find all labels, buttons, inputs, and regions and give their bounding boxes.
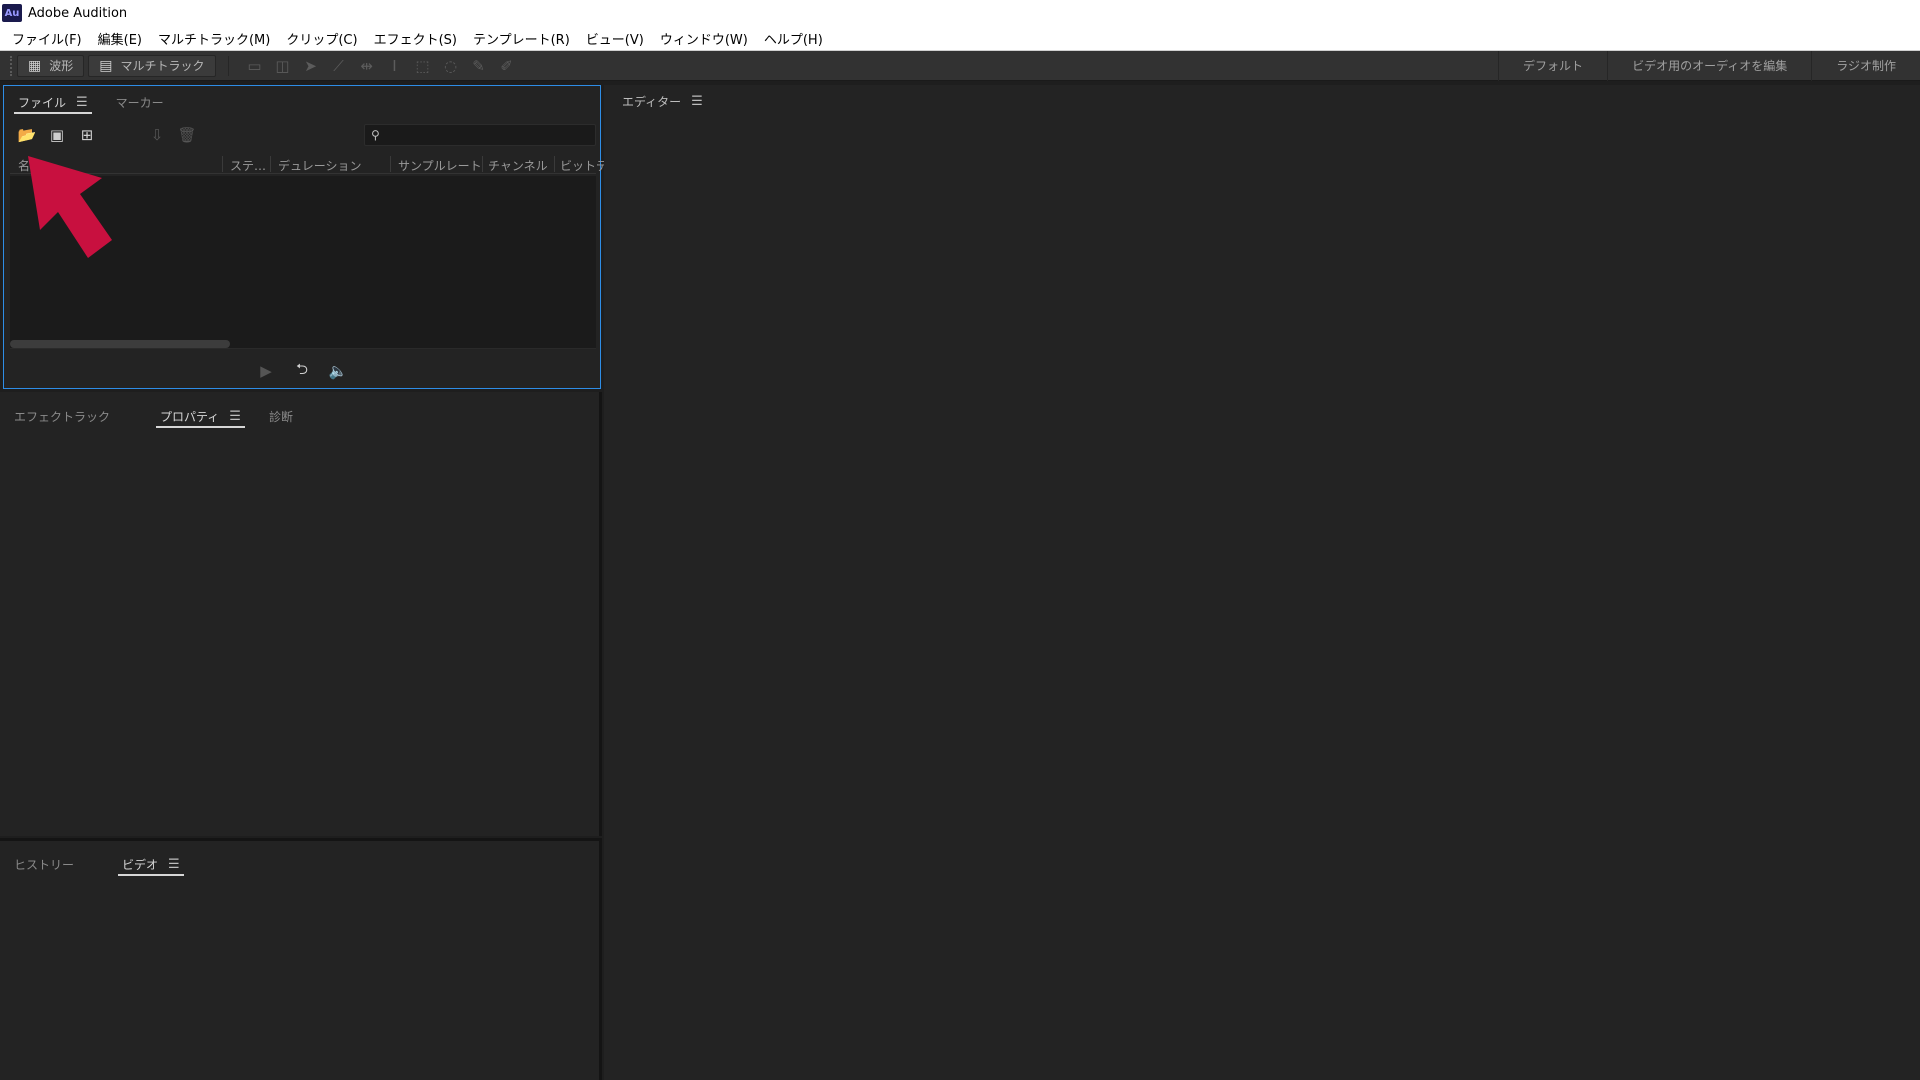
menu-edit[interactable]: 編集(E) <box>90 29 150 48</box>
tab-editor-label: エディター <box>622 94 682 109</box>
delete-icon[interactable]: 🗑 <box>172 126 202 144</box>
menu-clip[interactable]: クリップ(C) <box>278 29 365 48</box>
history-panel-tabs: ヒストリー ビデオ ☰ <box>0 841 599 881</box>
red-arrow-annotation <box>28 156 112 258</box>
col-duration[interactable]: デュレーション <box>278 157 362 174</box>
editor-panel-tabs: エディター ☰ <box>604 85 1920 117</box>
multitrack-view-label: マルチトラック <box>120 59 205 73</box>
panel-menu-icon[interactable]: ☰ <box>76 95 88 110</box>
main-toolbar: ▦ 波形 ▤ マルチトラック ▭ ◫ ➤ ⟋ ⇹ I ⬚ ◌ ✎ ✐ デフォルト… <box>0 50 1920 81</box>
new-file-icon[interactable]: ⊞ <box>72 126 102 144</box>
col-channels[interactable]: チャンネル <box>488 157 548 174</box>
spectral-pitch-icon[interactable]: ◫ <box>269 57 297 75</box>
loop-icon[interactable]: ⮌ <box>284 359 320 384</box>
workspace-edit-audio-to-video[interactable]: ビデオ用のオーディオを編集 <box>1607 50 1811 81</box>
tab-history-label: ヒストリー <box>14 857 75 872</box>
search-icon: ⚲ <box>371 128 380 142</box>
spectral-frequency-icon[interactable]: ▭ <box>241 57 269 75</box>
menu-view[interactable]: ビュー(V) <box>578 29 652 48</box>
healing-brush-icon[interactable]: ✐ <box>493 57 521 75</box>
tab-markers-label: マーカー <box>115 95 164 110</box>
razor-tool-icon[interactable]: ⟋ <box>325 57 353 75</box>
menu-window[interactable]: ウィンドウ(W) <box>652 29 756 48</box>
menu-multitrack[interactable]: マルチトラック(M) <box>150 29 278 48</box>
marquee-tool-icon[interactable]: ⬚ <box>409 57 437 75</box>
editor-panel: エディター ☰ <box>604 85 1920 1080</box>
horizontal-scrollbar[interactable] <box>10 340 230 348</box>
tab-properties[interactable]: プロパティ ☰ <box>156 404 245 428</box>
tab-effects-rack-label: エフェクトラック <box>14 409 111 424</box>
window-title: Adobe Audition <box>28 5 128 21</box>
tab-files-label: ファイル <box>18 95 67 110</box>
tab-video[interactable]: ビデオ ☰ <box>118 852 184 876</box>
menu-templates[interactable]: テンプレート(R) <box>465 29 578 48</box>
panel-menu-icon[interactable]: ☰ <box>168 857 180 872</box>
tab-effects-rack[interactable]: エフェクトラック <box>10 404 114 428</box>
play-icon[interactable]: ▶ <box>248 362 284 380</box>
files-search-input[interactable]: ⚲ <box>364 124 596 146</box>
audition-logo-icon: Au <box>2 4 22 22</box>
autoplay-speaker-icon[interactable]: 🔈 <box>320 362 356 380</box>
col-sample-rate[interactable]: サンプルレート <box>398 157 482 174</box>
multitrack-icon: ▤ <box>99 57 113 74</box>
toolbar-grip[interactable] <box>10 55 13 76</box>
properties-panel: エフェクトラック プロパティ ☰ 診断 <box>0 392 602 836</box>
time-selection-tool-icon[interactable]: I <box>381 57 409 75</box>
preview-controls: ▶ ⮌ 🔈 <box>4 358 600 384</box>
col-bit-depth[interactable]: ビットデ <box>560 157 608 174</box>
move-tool-icon[interactable]: ➤ <box>297 57 325 75</box>
tab-editor[interactable]: エディター ☰ <box>618 89 707 113</box>
col-status[interactable]: ステ… <box>230 157 266 174</box>
menu-effects[interactable]: エフェクト(S) <box>366 29 465 48</box>
tab-video-label: ビデオ <box>122 857 159 872</box>
tab-history[interactable]: ヒストリー <box>10 852 78 876</box>
tab-diagnostics-label: 診断 <box>268 409 293 424</box>
panel-menu-icon[interactable]: ☰ <box>691 94 703 109</box>
waveform-view-button[interactable]: ▦ 波形 <box>17 54 85 77</box>
tab-markers[interactable]: マーカー <box>112 90 168 114</box>
menu-help[interactable]: ヘルプ(H) <box>756 29 831 48</box>
files-toolbar: 📂 ▣ ⊞ ⇩ 🗑 ⚲ <box>4 122 600 148</box>
panel-menu-icon[interactable]: ☰ <box>229 409 241 424</box>
waveform-view-label: 波形 <box>49 59 74 73</box>
workspace-radio-production[interactable]: ラジオ制作 <box>1811 50 1920 81</box>
lasso-tool-icon[interactable]: ◌ <box>437 57 465 75</box>
insert-into-multitrack-icon[interactable]: ⇩ <box>142 126 172 144</box>
import-file-icon[interactable]: ▣ <box>42 126 72 144</box>
history-panel: ヒストリー ビデオ ☰ <box>0 838 602 1080</box>
multitrack-view-button[interactable]: ▤ マルチトラック <box>88 54 216 77</box>
waveform-icon: ▦ <box>28 57 42 74</box>
workspace-default[interactable]: デフォルト <box>1498 50 1607 81</box>
menu-file[interactable]: ファイル(F) <box>4 29 90 48</box>
brush-tool-icon[interactable]: ✎ <box>465 57 493 75</box>
tab-diagnostics[interactable]: 診断 <box>265 404 297 428</box>
tab-files[interactable]: ファイル ☰ <box>14 90 92 114</box>
toolbar-separator <box>227 55 229 76</box>
open-file-icon[interactable]: 📂 <box>12 126 42 144</box>
properties-panel-tabs: エフェクトラック プロパティ ☰ 診断 <box>0 392 599 434</box>
files-panel-tabs: ファイル ☰ マーカー <box>4 86 600 118</box>
title-bar: Au Adobe Audition <box>0 0 1920 26</box>
tab-properties-label: プロパティ <box>160 409 220 424</box>
red-arrow-shape <box>28 156 112 258</box>
slip-tool-icon[interactable]: ⇹ <box>353 57 381 75</box>
menu-bar: ファイル(F) 編集(E) マルチトラック(M) クリップ(C) エフェクト(S… <box>0 26 1920 51</box>
